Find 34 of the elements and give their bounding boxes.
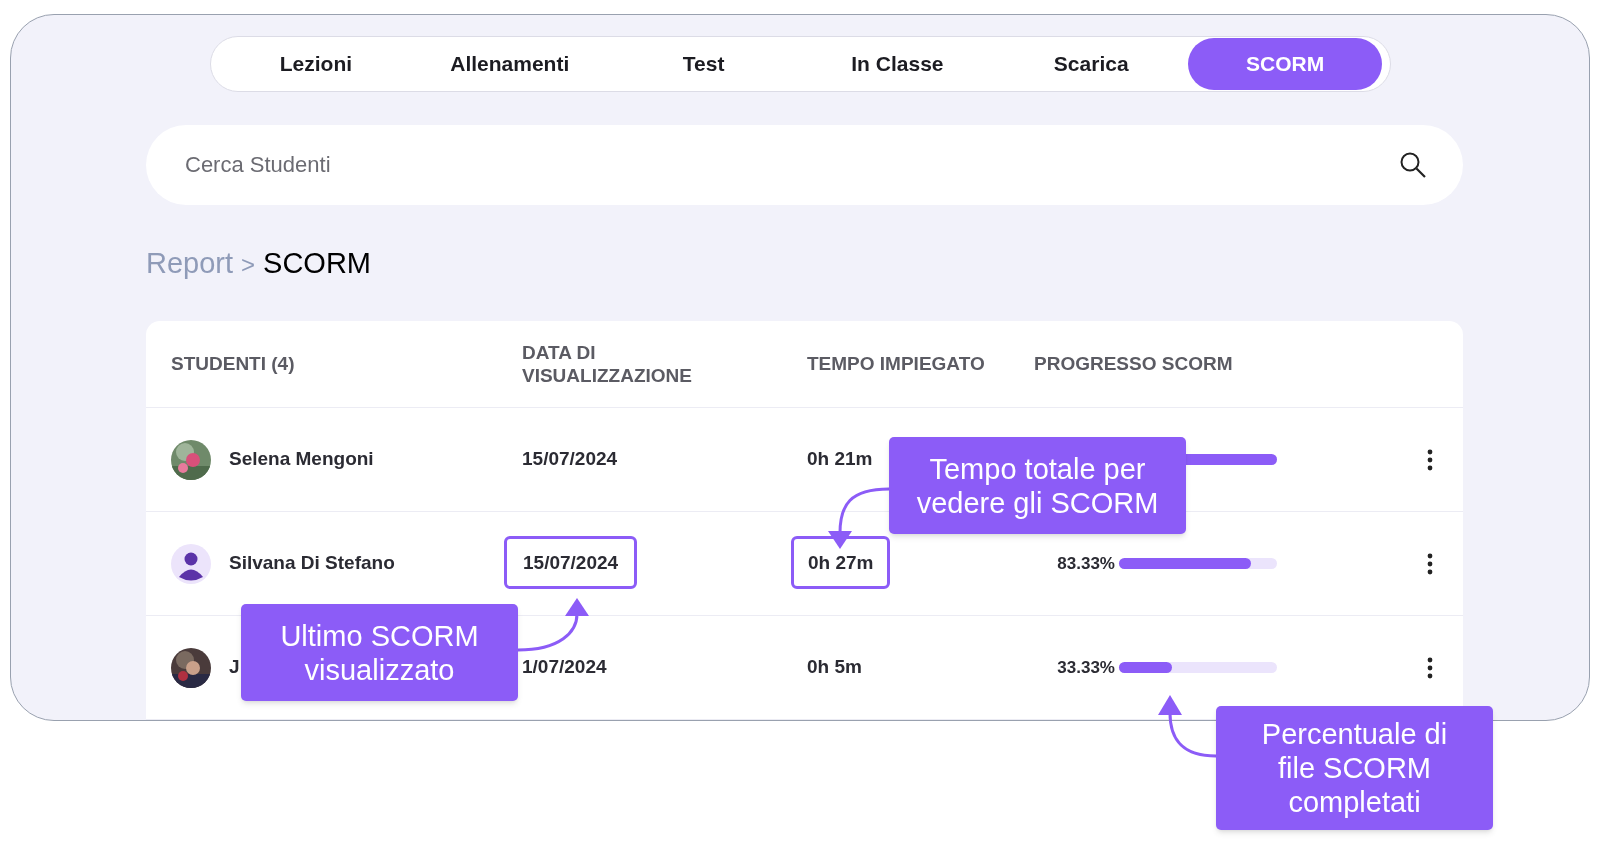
- more-icon[interactable]: [1427, 448, 1433, 471]
- callout-tooltip: Percentuale di file SCORM completati: [1216, 706, 1493, 830]
- progress-percent: 33.33%: [1057, 656, 1115, 679]
- column-header: PROGRESSO SCORM: [1034, 351, 1234, 376]
- time-cell: 0h 21m: [807, 448, 873, 470]
- column-header: STUDENTI (4): [171, 351, 296, 376]
- tab[interactable]: Allenamenti: [412, 37, 607, 90]
- time-cell: 0h 5m: [807, 656, 862, 678]
- column-header: DATA DI VISUALIZZAZIONE: [522, 341, 693, 387]
- search-icon[interactable]: [1399, 150, 1427, 179]
- date-cell: 1/07/2024: [522, 656, 607, 678]
- student-name: Silvana Di Stefano: [229, 551, 395, 576]
- student-name: Selena Mengoni: [229, 447, 374, 472]
- arrow: [828, 487, 890, 549]
- more-icon[interactable]: [1427, 656, 1433, 679]
- tab[interactable]: In Classe: [800, 37, 995, 90]
- avatar-icon: [171, 543, 211, 584]
- tab[interactable]: Scarica: [994, 37, 1189, 90]
- tab[interactable]: SCORM: [1188, 37, 1382, 90]
- breadcrumb-separator: >: [241, 249, 256, 280]
- more-icon[interactable]: [1427, 552, 1433, 575]
- arrow: [517, 598, 589, 652]
- student-name: J: [229, 655, 240, 680]
- tab[interactable]: Lezioni: [219, 37, 413, 90]
- date-cell: 15/07/2024: [504, 536, 638, 590]
- search-field[interactable]: Cerca Studenti: [146, 124, 1463, 205]
- callout-tooltip: Ultimo SCORM visualizzato: [241, 604, 518, 701]
- callout-tooltip: Tempo totale per vedere gli SCORM: [889, 437, 1186, 534]
- column-header: TEMPO IMPIEGATO: [807, 351, 986, 376]
- date-cell: 15/07/2024: [522, 448, 618, 470]
- arrow: [1158, 695, 1217, 758]
- breadcrumb-current: SCORM: [263, 245, 371, 281]
- progress-percent: 83.33%: [1057, 552, 1115, 575]
- tab[interactable]: Test: [606, 37, 801, 90]
